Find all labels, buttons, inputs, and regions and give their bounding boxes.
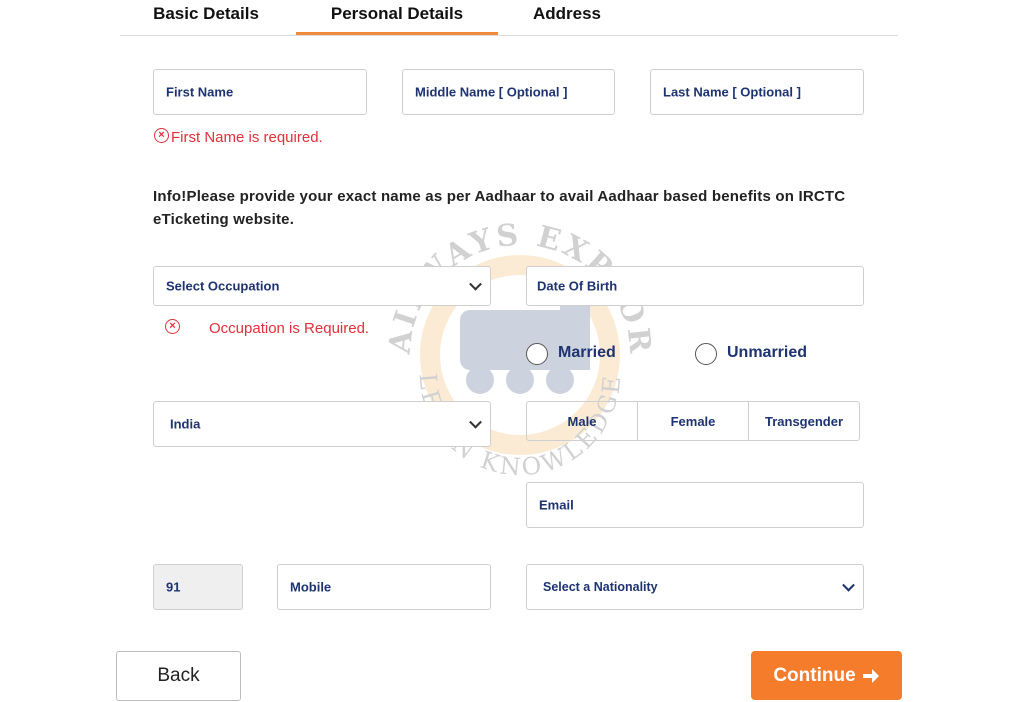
mobile-input[interactable]: Mobile [277, 564, 491, 610]
gender-female-button[interactable]: Female [638, 402, 749, 440]
gender-transgender-button[interactable]: Transgender [749, 402, 859, 440]
chevron-down-icon [469, 277, 482, 291]
back-button[interactable]: Back [116, 651, 241, 701]
error-icon: × [165, 319, 180, 334]
gender-male-button[interactable]: Male [527, 402, 638, 440]
first-name-error: First Name is required. [171, 129, 323, 146]
aadhaar-info-text: Info!Please provide your exact name as p… [153, 188, 846, 228]
nationality-select[interactable]: Select a Nationality [526, 564, 864, 610]
mobile-placeholder: Mobile [290, 579, 332, 595]
married-radio[interactable] [526, 343, 548, 365]
country-select[interactable]: India [153, 401, 491, 447]
tab-bar: Basic Details Personal Details Address [120, 0, 898, 36]
middle-name-placeholder: Middle Name [ Optional ] [415, 84, 568, 100]
email-placeholder: Email [539, 497, 574, 513]
error-icon: × [154, 128, 169, 143]
married-label: Married [558, 344, 616, 361]
last-name-placeholder: Last Name [ Optional ] [663, 84, 801, 100]
railways-explore-watermark-icon: RAILWAYS EXPLORE LEARN KNOWLEDGE [380, 215, 655, 482]
chevron-down-icon [469, 415, 482, 429]
arrow-right-icon [862, 668, 879, 683]
first-name-input[interactable]: First Name [153, 69, 367, 115]
country-code-value: 91 [166, 579, 181, 595]
occupation-error: Occupation is Required. [209, 320, 370, 337]
tab-address[interactable]: Address [498, 4, 636, 35]
chevron-down-icon [842, 578, 855, 592]
tab-basic-details[interactable]: Basic Details [120, 4, 292, 35]
continue-label: Continue [773, 664, 856, 686]
date-of-birth-input[interactable]: Date Of Birth [526, 266, 864, 306]
email-input[interactable]: Email [526, 482, 864, 528]
country-code-field: 91 [153, 564, 243, 610]
unmarried-radio[interactable] [695, 343, 717, 365]
first-name-placeholder: First Name [166, 84, 234, 100]
gender-selector: Male Female Transgender [526, 401, 860, 441]
unmarried-label: Unmarried [727, 344, 808, 361]
occupation-select[interactable]: Select Occupation [153, 266, 491, 306]
tab-personal-details[interactable]: Personal Details [296, 4, 498, 35]
nationality-placeholder: Select a Nationality [543, 580, 658, 594]
last-name-input[interactable]: Last Name [ Optional ] [650, 69, 864, 115]
continue-button[interactable]: Continue [751, 651, 902, 700]
occupation-placeholder: Select Occupation [166, 278, 280, 294]
dob-placeholder: Date Of Birth [537, 278, 618, 294]
middle-name-input[interactable]: Middle Name [ Optional ] [402, 69, 615, 115]
country-value: India [170, 416, 201, 432]
